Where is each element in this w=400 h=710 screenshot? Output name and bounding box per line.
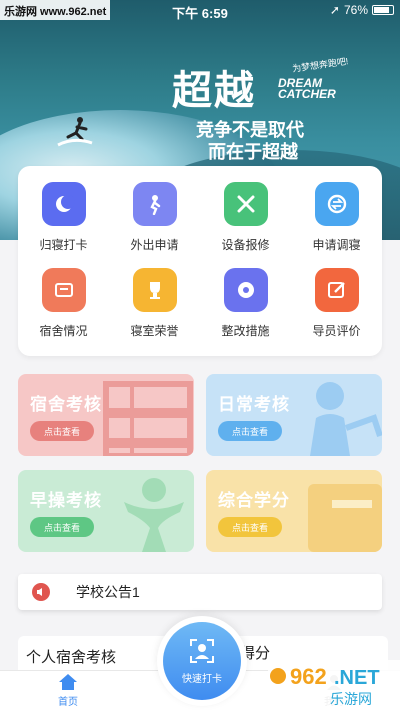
surfer-icon xyxy=(57,117,93,147)
grid-item-0[interactable]: 归寝打卡 xyxy=(18,182,109,268)
notice-text: 学校公告1 xyxy=(76,584,140,600)
view-button[interactable]: 点击查看 xyxy=(218,517,282,537)
card-title: 早操考核 xyxy=(30,491,102,510)
location-icon: ➚ xyxy=(329,3,340,17)
watermark-top: 乐游网 www.962.net xyxy=(0,0,111,20)
grid-item-label: 设备报修 xyxy=(221,238,270,252)
section-title-left: 个人宿舍考核 xyxy=(26,649,117,666)
battery-percent: 76% xyxy=(343,3,368,17)
walker-icon xyxy=(132,182,177,226)
tab-home[interactable]: 首页 xyxy=(50,673,86,708)
card-dorm-assessment[interactable]: 宿舍考核 点击查看 xyxy=(18,374,194,456)
status-right: ➚ 76% xyxy=(330,3,394,17)
quick-checkin[interactable]: 快速打卡 xyxy=(157,616,247,706)
card-credits[interactable]: 综合学分 点击查看 xyxy=(206,470,382,552)
svg-text:乐游网: 乐游网 xyxy=(330,692,372,708)
grid-item-label: 宿舍情况 xyxy=(39,324,88,338)
grid-item-label: 寝室荣誉 xyxy=(130,324,179,338)
view-button[interactable]: 点击查看 xyxy=(30,517,94,537)
grid-item-label: 导员评价 xyxy=(312,324,361,338)
bunk-bed-icon xyxy=(103,381,193,456)
tools-icon xyxy=(223,182,268,226)
function-grid: 归寝打卡 外出申请 设备报修 申请调寝宿舍情况 寝室荣誉 整改措施 导员评价 xyxy=(18,166,382,354)
rectify-icon xyxy=(223,268,268,312)
svg-text:962: 962 xyxy=(290,664,327,689)
grid-item-2[interactable]: 设备报修 xyxy=(200,182,291,268)
grid-item-label: 整改措施 xyxy=(221,324,270,338)
svg-text:.NET: .NET xyxy=(334,667,380,689)
face-scan-icon xyxy=(190,638,214,663)
edit-icon xyxy=(314,268,359,312)
banner-title: 超越 xyxy=(172,69,256,113)
swap-icon xyxy=(314,182,359,226)
card-title: 日常考核 xyxy=(218,395,290,414)
app-screen: 超越 为梦想奔跑吧! DREAM CATCHER 竞争不是取代 而在于超越 下午… xyxy=(0,0,400,710)
trophy-icon xyxy=(132,268,177,312)
grid-item-label: 外出申请 xyxy=(130,238,179,252)
grid-item-label: 归寝打卡 xyxy=(39,238,88,252)
function-grid-card: 归寝打卡 外出申请 设备报修 申请调寝宿舍情况 寝室荣誉 整改措施 导员评价 xyxy=(18,166,382,356)
banner-dream-catcher: DREAM CATCHER xyxy=(278,76,336,101)
grid-item-3[interactable]: 申请调寝 xyxy=(291,182,382,268)
exercise-icon xyxy=(124,478,184,552)
grid-item-6[interactable]: 整改措施 xyxy=(200,268,291,354)
battery-icon xyxy=(372,5,394,15)
grid-item-label: 申请调寝 xyxy=(312,238,361,252)
card-morning-exercise[interactable]: 早操考核 点击查看 xyxy=(18,470,194,552)
watermark-logo: 962 .NET 乐游网 xyxy=(268,660,400,710)
banner-line-2: 而在于超越 xyxy=(208,142,298,162)
quick-checkin-button[interactable]: 快速打卡 xyxy=(163,622,241,700)
grid-item-4[interactable]: 宿舍情况 xyxy=(18,268,109,354)
school-notice[interactable]: 学校公告1 xyxy=(18,574,382,610)
view-button[interactable]: 点击查看 xyxy=(218,421,282,441)
grid-item-1[interactable]: 外出申请 xyxy=(109,182,200,268)
banner-slogan-small: 为梦想奔跑吧! xyxy=(291,56,349,74)
home-icon xyxy=(59,674,77,690)
card-title: 综合学分 xyxy=(218,491,290,510)
speaker-icon xyxy=(32,583,50,601)
card-title: 宿舍考核 xyxy=(30,395,102,414)
grid-item-5[interactable]: 寝室荣誉 xyxy=(109,268,200,354)
person-sitting-icon xyxy=(310,382,382,456)
quick-checkin-label: 快速打卡 xyxy=(182,673,222,685)
view-button[interactable]: 点击查看 xyxy=(30,421,94,441)
moon-icon xyxy=(41,182,86,226)
id-card-icon xyxy=(308,484,382,552)
dorm-card-icon xyxy=(41,268,86,312)
card-daily-assessment[interactable]: 日常考核 点击查看 xyxy=(206,374,382,456)
grid-item-7[interactable]: 导员评价 xyxy=(291,268,382,354)
tab-home-label: 首页 xyxy=(58,697,78,708)
